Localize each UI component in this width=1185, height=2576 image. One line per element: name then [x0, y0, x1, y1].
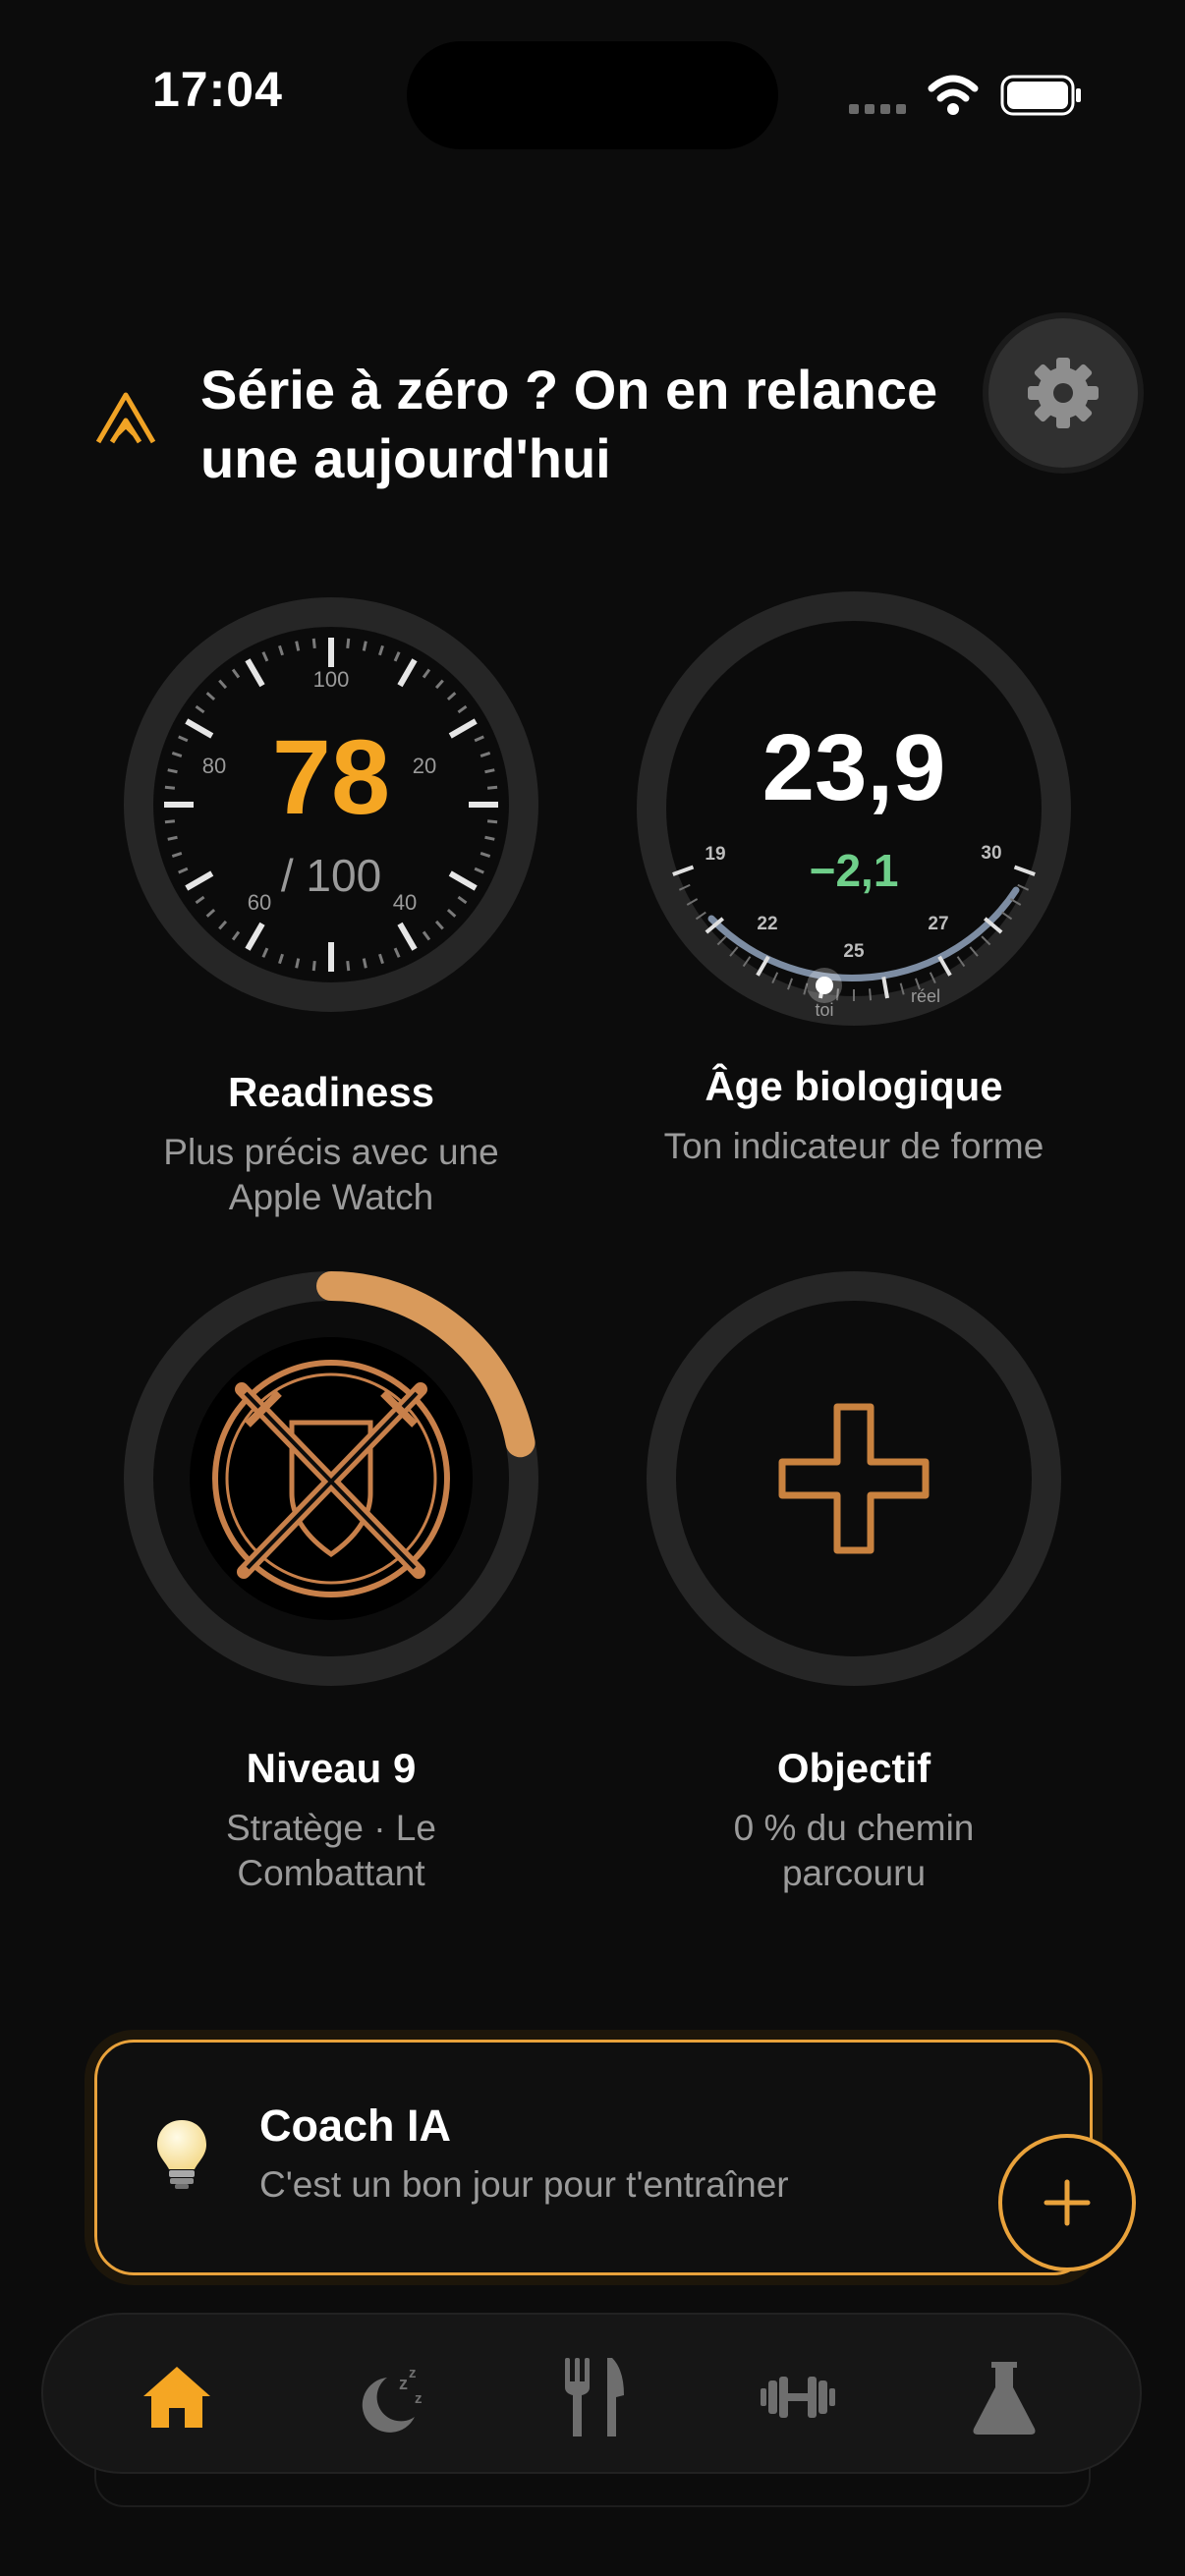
readiness-title: Readiness [227, 1069, 435, 1115]
bio-age-delta: −2,1 [810, 845, 899, 896]
readiness-subtitle-line-2: Apple Watch [228, 1177, 434, 1217]
tab-home[interactable] [128, 2348, 226, 2446]
home-icon [143, 2367, 210, 2428]
goal-title: Objectif [776, 1745, 931, 1791]
readiness-gauge[interactable]: 100 20 40 60 80 78 / 100 [122, 595, 540, 1014]
dial-minor-tick [167, 768, 178, 774]
dial-label-40: 40 [393, 890, 417, 915]
marker-real-label: réel [911, 986, 940, 1006]
dial-minor-tick [346, 638, 351, 649]
readiness-max: / 100 [281, 850, 381, 901]
page-title-line-2: une aujourd'hui [200, 427, 611, 489]
readiness-subtitle-line-1: Plus précis avec une [163, 1132, 499, 1172]
dial-minor-tick [362, 641, 367, 651]
marker-you-label: toi [815, 1000, 833, 1020]
dial-minor-tick [486, 785, 498, 790]
bio-age-subtitle: Ton indicateur de forme [663, 1126, 1044, 1166]
dial-label-100: 100 [313, 667, 350, 692]
add-goal-plus-icon [778, 1403, 930, 1554]
tab-training[interactable] [749, 2348, 847, 2446]
svg-text:z: z [409, 2365, 417, 2381]
page-title-line-1: Série à zéro ? On en relance [200, 359, 938, 420]
app-logo-icon [90, 387, 161, 450]
wifi-icon [926, 73, 981, 116]
dial-minor-tick [311, 638, 316, 649]
quick-add-button[interactable] [998, 2134, 1136, 2271]
dial-minor-tick [164, 785, 176, 790]
level-title: Niveau 9 [246, 1745, 417, 1791]
scale-label-25: 25 [843, 941, 865, 962]
bio-age-gauge[interactable]: 23,9 −2,1 19 22 25 27 30 toi réel [635, 589, 1073, 1028]
level-subtitle-line-1: Stratège · Le [226, 1808, 436, 1848]
dial-label-20: 20 [413, 754, 436, 778]
goal-subtitle-line-2: parcouru [781, 1853, 927, 1893]
goal-subtitle-line-1: 0 % du chemin [733, 1808, 975, 1848]
status-time: 17:04 [152, 62, 283, 117]
dumbbell-icon [761, 2377, 835, 2418]
dynamic-island [407, 41, 778, 149]
scale-label-19: 19 [705, 844, 725, 865]
dial-minor-tick [484, 768, 495, 774]
coach-title: Coach IA [259, 2100, 452, 2151]
dial-minor-tick [346, 960, 351, 972]
gear-icon [1028, 358, 1099, 428]
dial-minor-tick [484, 835, 495, 841]
dial-minor-tick [295, 641, 301, 651]
tab-lab[interactable] [955, 2348, 1053, 2446]
sleep-icon: z z z [362, 2365, 423, 2433]
tab-sleep[interactable]: z z z [340, 2348, 438, 2446]
bio-age-title: Âge biologique [705, 1063, 1003, 1109]
bio-age-value: 23,9 [762, 715, 946, 820]
coach-message: C'est un bon jour pour t'entraîner [259, 2164, 789, 2205]
level-subtitle-line-2: Combattant [237, 1853, 425, 1893]
readiness-subtitle: Plus précis avec une Apple Watch [102, 1130, 560, 1220]
scale-label-27: 27 [928, 914, 948, 934]
battery-icon [1000, 75, 1083, 116]
level-subtitle: Stratège · Le Combattant [102, 1806, 560, 1896]
page-title: Série à zéro ? On en relance une aujourd… [200, 356, 987, 493]
coach-card[interactable] [94, 2040, 1093, 2275]
readiness-score: 78 [272, 717, 390, 836]
scale-label-30: 30 [981, 843, 1001, 864]
dial-minor-tick [167, 835, 178, 841]
tab-nutrition[interactable] [544, 2348, 643, 2446]
dial-label-80: 80 [202, 754, 226, 778]
dial-minor-tick [311, 960, 316, 972]
svg-text:z: z [399, 2374, 408, 2393]
svg-text:z: z [415, 2390, 423, 2407]
lightbulb-icon [153, 2118, 210, 2191]
dial-minor-tick [486, 819, 498, 824]
dial-minor-tick [164, 819, 176, 824]
goal-ring[interactable] [645, 1269, 1063, 1688]
settings-button[interactable] [988, 318, 1138, 468]
scale-minor-tick [869, 988, 873, 1001]
goal-subtitle: 0 % du chemin parcouru [625, 1806, 1083, 1896]
flask-icon [973, 2362, 1036, 2435]
level-ring[interactable] [122, 1269, 540, 1688]
dial-minor-tick [295, 958, 301, 969]
cellular-signal-icon [849, 102, 908, 116]
scale-label-22: 22 [757, 914, 777, 934]
dial-minor-tick [362, 958, 367, 969]
dial-label-60: 60 [248, 890, 271, 915]
fork-knife-icon [565, 2358, 624, 2436]
plus-icon [1044, 2179, 1091, 2226]
